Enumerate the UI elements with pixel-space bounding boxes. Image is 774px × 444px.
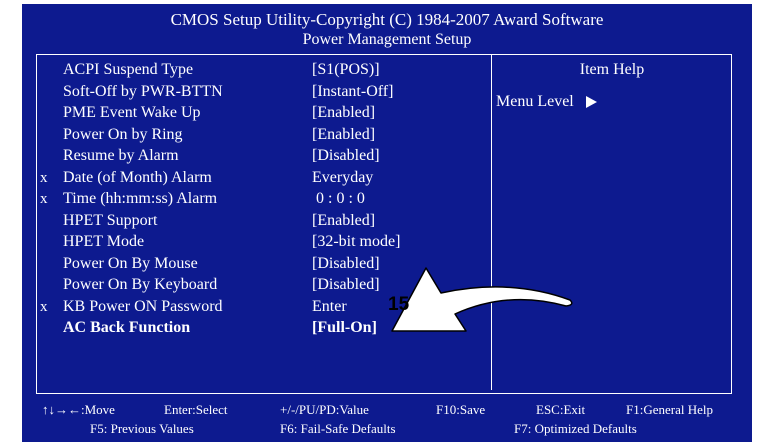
callout-arrow-icon bbox=[391, 267, 573, 332]
callout-number: 15 bbox=[388, 294, 410, 315]
